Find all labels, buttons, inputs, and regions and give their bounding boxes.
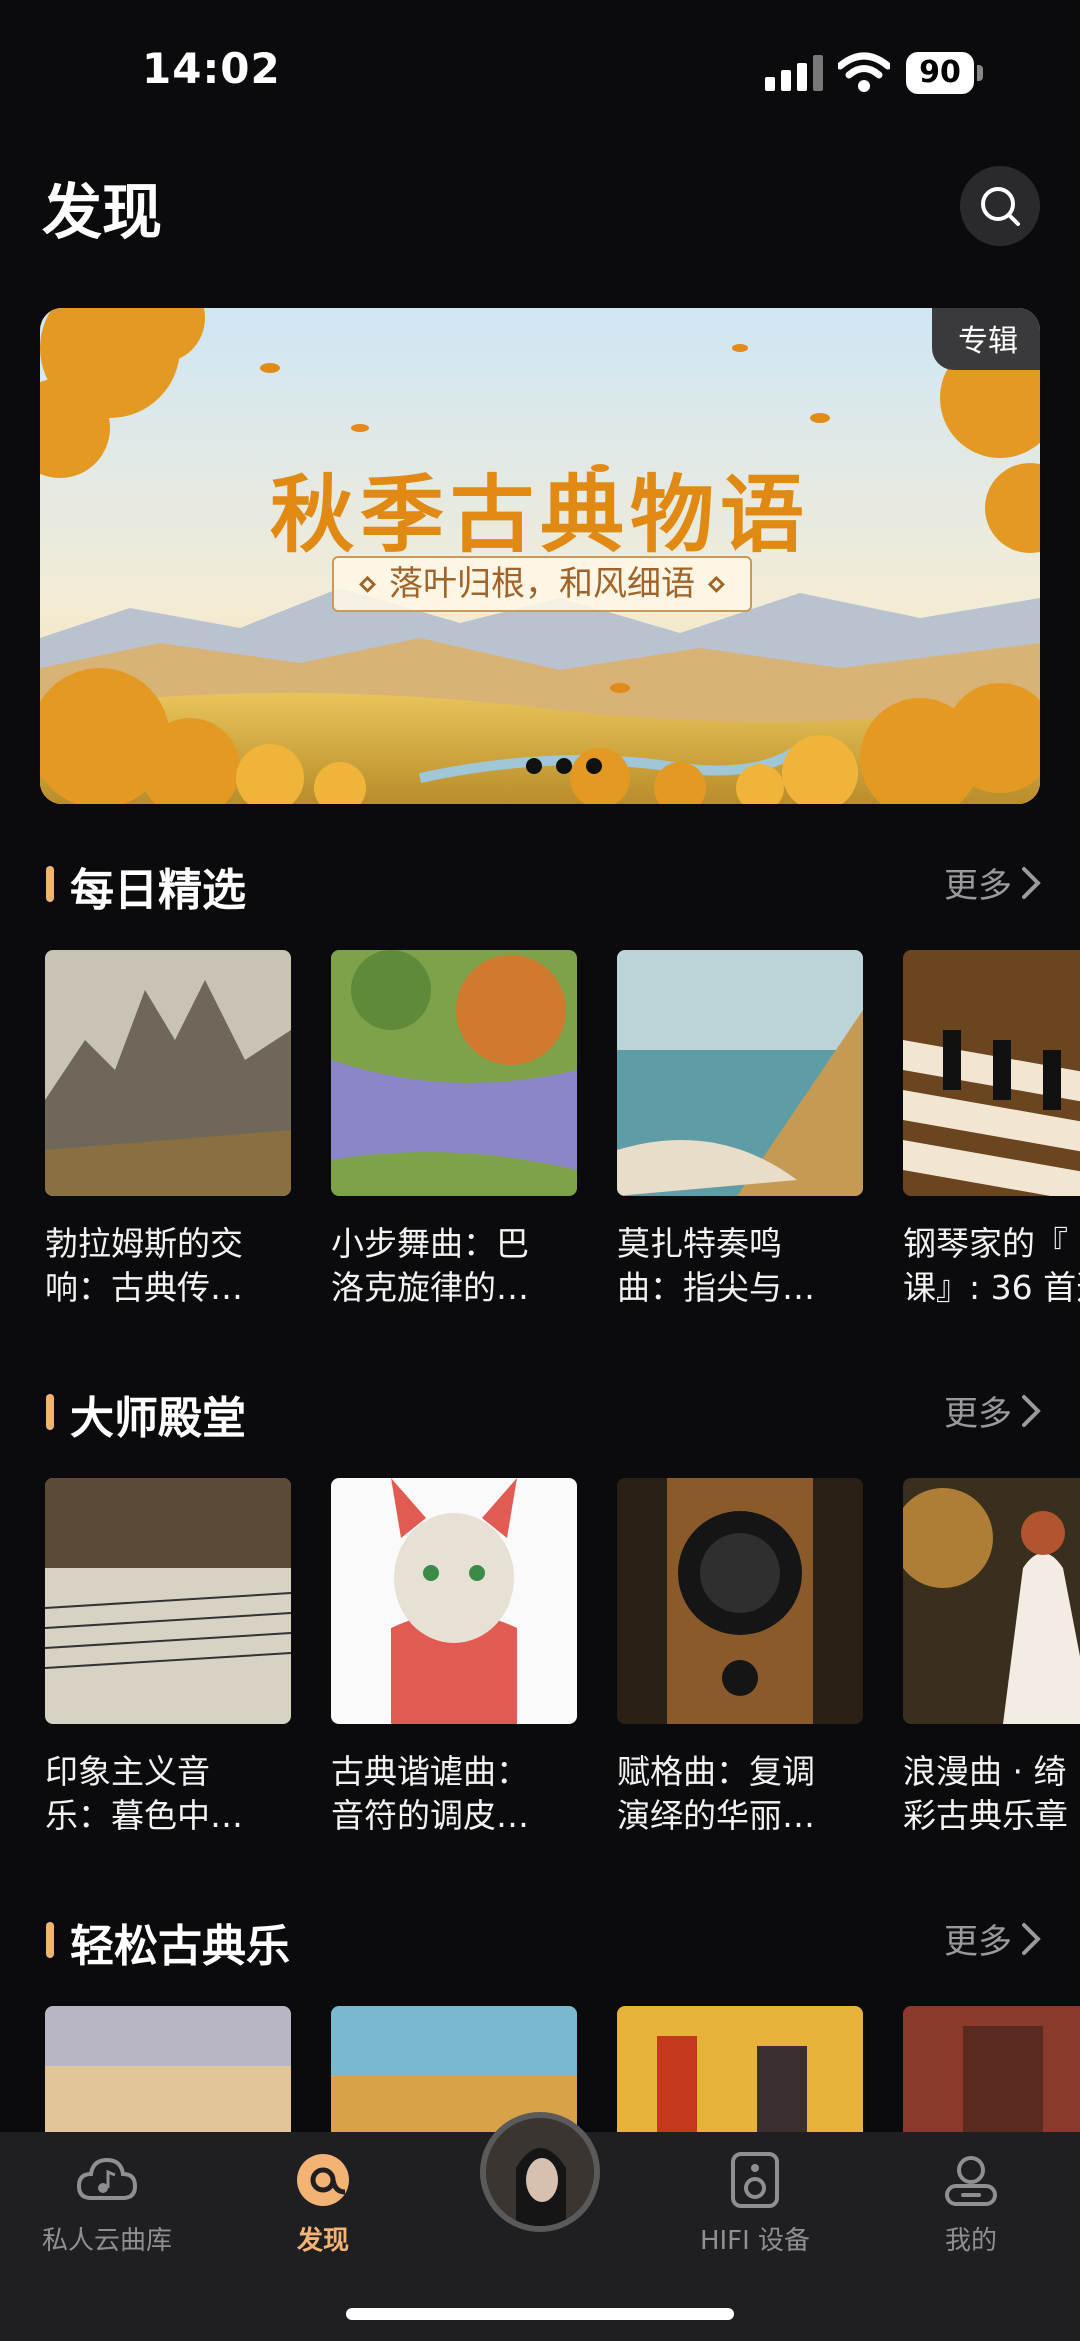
profile-icon: [945, 2156, 997, 2206]
home-indicator: [346, 2308, 734, 2320]
album-cover: [903, 2006, 1080, 2146]
section-accent-bar: [46, 1394, 54, 1430]
album-cover: [903, 1478, 1080, 1724]
section-title: 轻松古典乐: [70, 1921, 290, 1972]
chevron-right-icon: [1022, 1922, 1041, 1955]
tab-discover[interactable]: 发现: [238, 2152, 408, 2257]
album-cover: [45, 950, 291, 1196]
album-card[interactable]: 勃拉姆斯的交 响：古典传…: [45, 950, 291, 1314]
album-cover: [331, 950, 577, 1196]
album-title: 小步舞曲：巴 洛克旋律的…: [331, 1224, 529, 1307]
battery-nub: [977, 65, 983, 81]
album-title: 钢琴家的『 课』: 36 首选: [903, 1224, 1080, 1307]
chevron-right-icon: [1022, 1394, 1041, 1427]
album-art-avatar: [486, 2118, 594, 2226]
carousel-dots: [526, 758, 602, 774]
tab-profile[interactable]: 我的: [886, 2152, 1056, 2257]
more-link[interactable]: 更多: [944, 1914, 1042, 1963]
section-title: 每日精选: [70, 865, 246, 916]
carousel-dot: [556, 758, 572, 774]
tab-hifi-devices[interactable]: HIFI 设备: [670, 2152, 840, 2257]
cloud-music-icon: [76, 2157, 138, 2200]
more-link[interactable]: 更多: [944, 1386, 1042, 1435]
section-header-masters: 大师殿堂 更多: [42, 1380, 1042, 1444]
tab-label: 发现: [296, 2226, 349, 2256]
discover-icon: [297, 2154, 349, 2206]
album-card[interactable]: 赋格曲：复调 演绎的华丽…: [617, 1478, 863, 1842]
carousel-dot: [526, 758, 542, 774]
section-title: 大师殿堂: [70, 1393, 246, 1444]
album-row-daily: 勃拉姆斯的交 响：古典传… 小步舞曲：巴 洛克旋律的… 莫扎特奏鸣 曲：指尖与……: [0, 950, 1080, 1330]
banner-title: 秋季古典物语: [269, 465, 810, 564]
speaker-icon: [731, 2152, 779, 2208]
album-title: 古典谐谑曲： 音符的调皮…: [331, 1752, 529, 1835]
album-card[interactable]: 古典谐谑曲： 音符的调皮…: [331, 1478, 577, 1842]
section-header-relaxing: 轻松古典乐 更多: [42, 1908, 1042, 1972]
album-card[interactable]: 莫扎特奏鸣 曲：指尖与…: [617, 950, 863, 1314]
tab-label: 私人云曲库: [41, 2226, 172, 2256]
status-time: 14:02: [142, 44, 281, 93]
album-cover: [617, 1478, 863, 1724]
album-card[interactable]: 印象主义音 乐：暮色中…: [45, 1478, 291, 1842]
more-label: 更多: [944, 1922, 1012, 1962]
section-accent-bar: [46, 1922, 54, 1958]
album-title: 勃拉姆斯的交 响：古典传…: [45, 1224, 243, 1307]
battery-level: 90: [906, 52, 974, 94]
album-cover: [331, 1478, 577, 1724]
section-accent-bar: [46, 866, 54, 902]
wifi-icon: [838, 52, 890, 92]
album-card[interactable]: 小步舞曲：巴 洛克旋律的…: [331, 950, 577, 1314]
album-title: 浪漫曲 · 绮 彩古典乐章: [903, 1752, 1068, 1835]
album-row-masters: 印象主义音 乐：暮色中… 古典谐谑曲： 音符的调皮… 赋格曲：复调 演绎的华丽……: [0, 1478, 1080, 1858]
album-card[interactable]: [617, 2006, 863, 2146]
album-cover: [45, 1478, 291, 1724]
album-tag: 专辑: [932, 308, 1040, 370]
album-title: 莫扎特奏鸣 曲：指尖与…: [617, 1224, 815, 1307]
album-title: 赋格曲：复调 演绎的华丽…: [617, 1752, 815, 1835]
now-playing-button[interactable]: [480, 2112, 600, 2232]
album-cover: [617, 2006, 863, 2146]
page-title: 发现: [42, 178, 162, 248]
tab-label: 我的: [944, 2226, 997, 2256]
cellular-signal-icon: [765, 55, 823, 91]
featured-banner[interactable]: 秋季古典物语 ⋄ 落叶归根，和风细语 ⋄ 专辑: [40, 308, 1040, 804]
status-bar: 14:02 90: [0, 0, 1080, 140]
more-label: 更多: [944, 1394, 1012, 1434]
album-cover: [617, 950, 863, 1196]
album-card[interactable]: [45, 2006, 291, 2146]
search-icon: [981, 187, 1020, 226]
album-title: 印象主义音 乐：暮色中…: [45, 1752, 243, 1835]
section-header-daily: 每日精选 更多: [42, 852, 1042, 916]
album-card[interactable]: [903, 2006, 1080, 2146]
album-cover: [903, 950, 1080, 1196]
tab-cloud-library[interactable]: 私人云曲库: [22, 2152, 192, 2257]
more-link[interactable]: 更多: [944, 858, 1042, 907]
album-card[interactable]: 钢琴家的『 课』: 36 首选: [903, 950, 1080, 1314]
battery-indicator: 90: [906, 52, 984, 94]
chevron-right-icon: [1022, 866, 1041, 899]
tab-label: HIFI 设备: [699, 2226, 811, 2256]
album-cover: [45, 2006, 291, 2146]
carousel-dot: [586, 758, 602, 774]
album-card[interactable]: 浪漫曲 · 绮 彩古典乐章: [903, 1478, 1080, 1842]
search-button[interactable]: [960, 166, 1040, 246]
banner-subtitle: ⋄ 落叶归根，和风细语 ⋄: [332, 556, 752, 612]
more-label: 更多: [944, 866, 1012, 906]
